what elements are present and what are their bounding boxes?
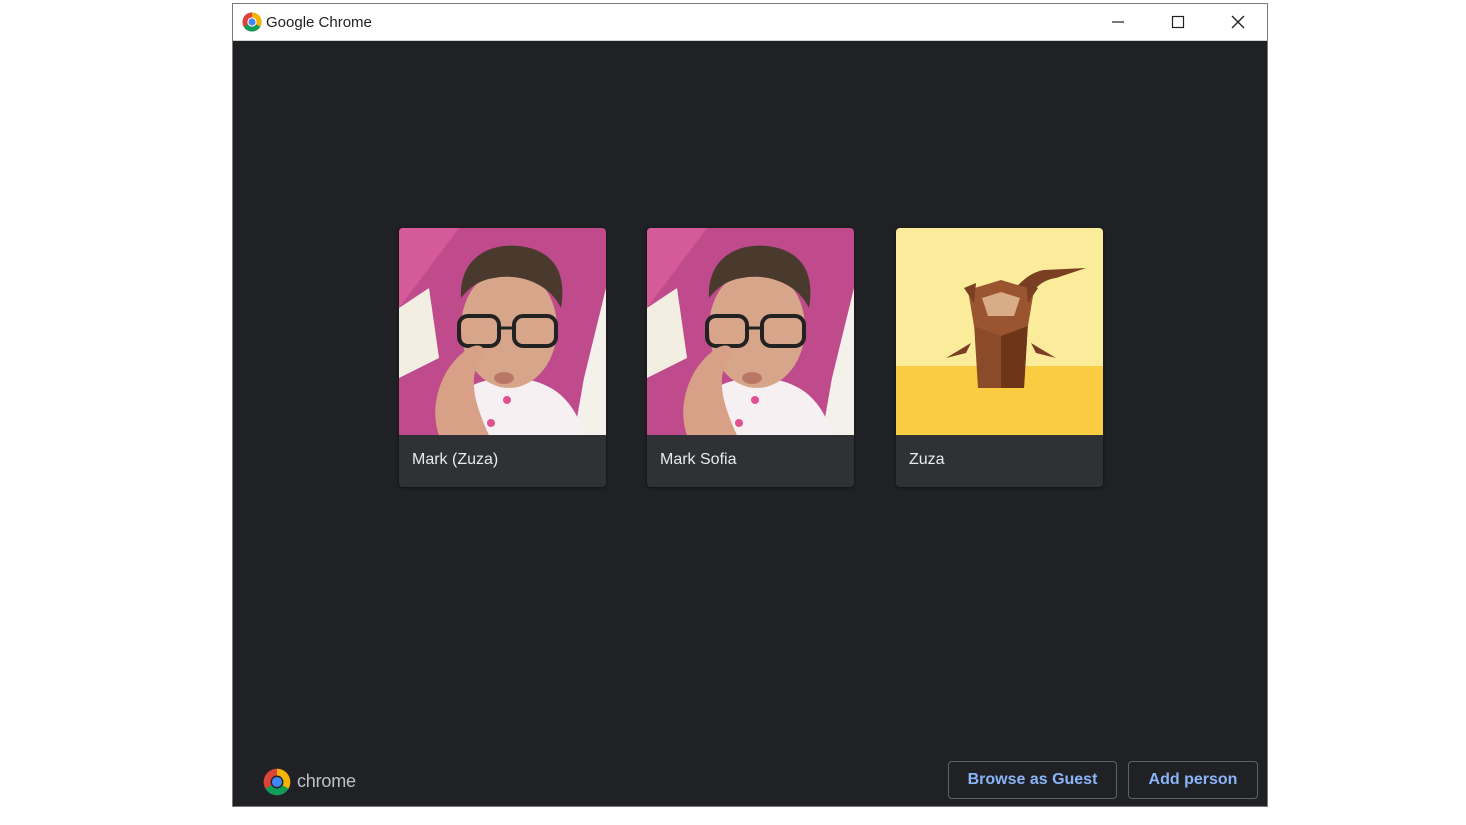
profile-name: Mark Sofia bbox=[660, 451, 737, 468]
browse-as-guest-button[interactable]: Browse as Guest bbox=[948, 761, 1117, 799]
maximize-button[interactable] bbox=[1149, 4, 1207, 40]
person-photo-avatar bbox=[647, 228, 854, 435]
profile-picker: Mark (Zuza) Mark Sofia Zuza chrome Brows… bbox=[233, 41, 1267, 806]
profile-card-mark-sofia[interactable]: Mark Sofia bbox=[647, 228, 854, 487]
maximize-icon bbox=[1171, 15, 1185, 29]
profile-name: Zuza bbox=[909, 451, 945, 468]
minimize-button[interactable] bbox=[1089, 4, 1147, 40]
chrome-wordmark: chrome bbox=[297, 771, 356, 791]
title-bar: Google Chrome bbox=[233, 4, 1267, 41]
profile-card-mark-zuza[interactable]: Mark (Zuza) bbox=[399, 228, 606, 487]
chrome-window: Google Chrome Mark (Zuza) Mark Sofia Zuz… bbox=[232, 3, 1268, 807]
origami-monkey-avatar bbox=[896, 228, 1103, 435]
profile-card-zuza[interactable]: Zuza bbox=[896, 228, 1103, 487]
profile-name: Mark (Zuza) bbox=[412, 451, 499, 468]
chrome-logo-icon bbox=[242, 12, 262, 32]
person-photo-avatar bbox=[399, 228, 606, 435]
minimize-icon bbox=[1112, 21, 1124, 23]
chrome-brand: chrome bbox=[263, 767, 373, 797]
add-person-button[interactable]: Add person bbox=[1128, 761, 1258, 799]
window-title: Google Chrome bbox=[266, 14, 372, 31]
close-icon bbox=[1231, 15, 1245, 29]
close-button[interactable] bbox=[1209, 4, 1267, 40]
chrome-logo-icon bbox=[263, 768, 291, 796]
